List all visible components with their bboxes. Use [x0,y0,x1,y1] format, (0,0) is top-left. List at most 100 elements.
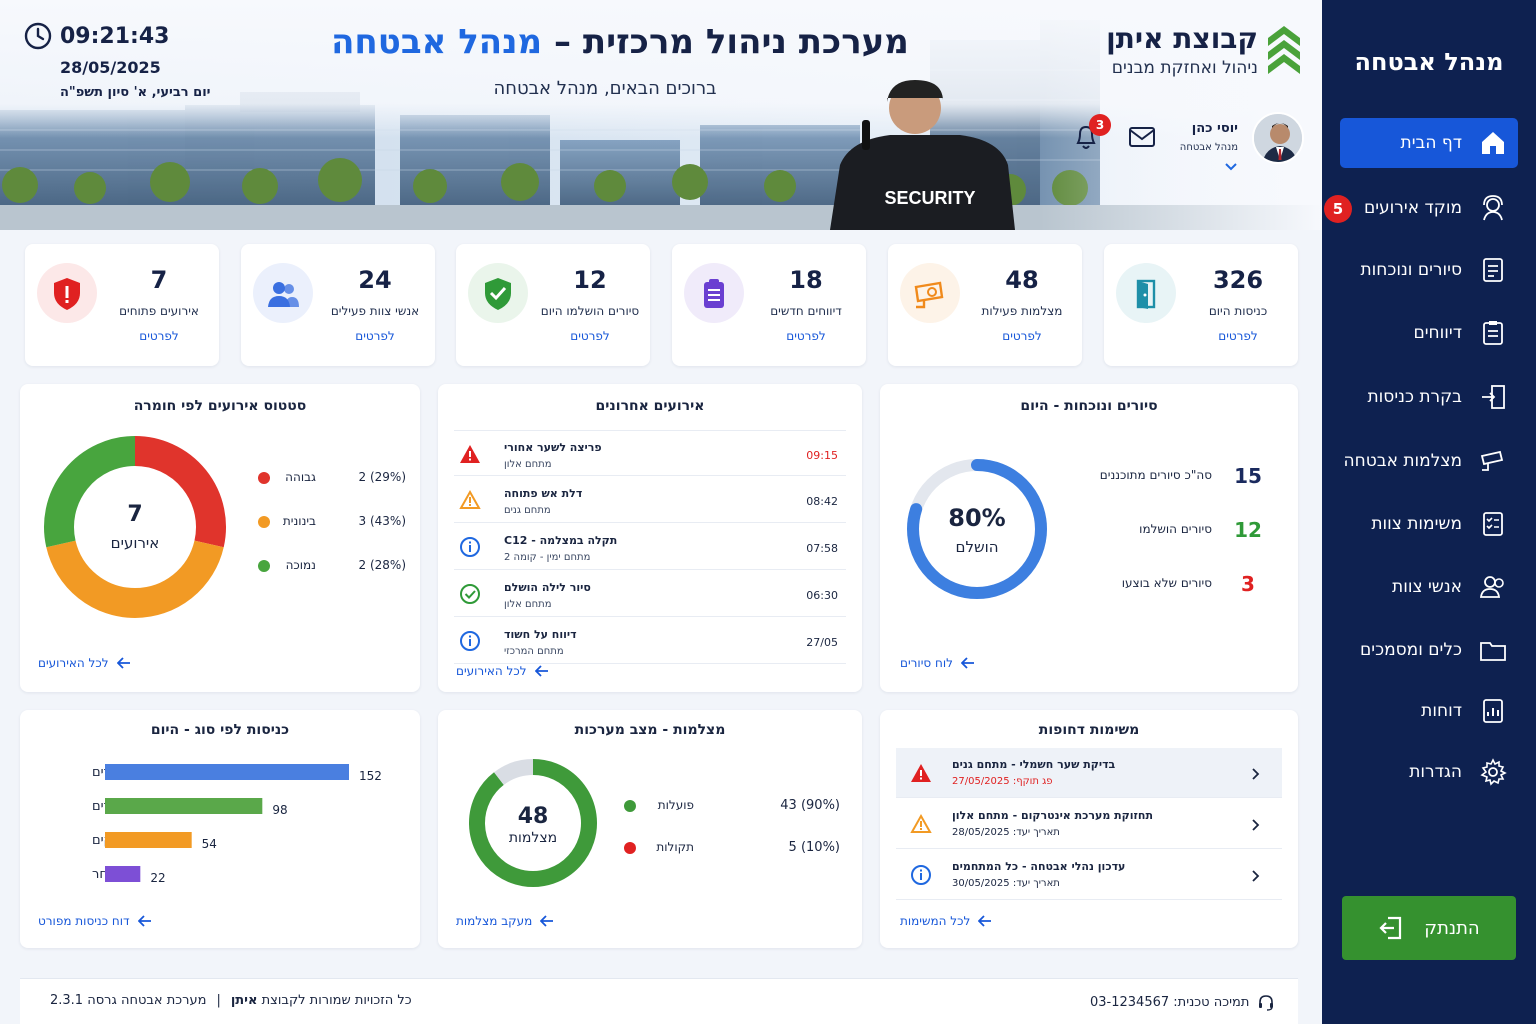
avatar[interactable] [1252,112,1304,164]
sidebar-item-0[interactable]: דף הבית [1340,118,1518,168]
task-row[interactable]: תחזוקת מערכת אינטרקום - מתחם אלון תאריך י… [896,799,1282,849]
all-events-link[interactable]: לכל האירועים [456,664,549,678]
stat-value: 12 [573,266,607,294]
warning-triangle-icon [910,813,932,839]
sidebar-item-8[interactable]: כלים ומסמכים [1340,625,1518,675]
stat-card-0[interactable]: 326 כניסות היום לפרטים [1104,244,1298,366]
event-row[interactable]: דלת אש פתוחה מתחם גנים 08:42 [454,477,846,523]
bar-value-label: 22 [150,871,165,885]
stat-value: 48 [1005,266,1039,294]
sidebar-badge: 5 [1324,195,1352,223]
stat-details-link[interactable]: לפרטים [1188,329,1288,343]
chevron-down-icon[interactable] [1224,162,1238,172]
alert-triangle-icon [459,443,481,469]
sidebar-item-label: דיווחים [1413,323,1462,343]
event-title: סיור לילה הושלם [504,581,591,594]
user-name[interactable]: יוסי כהן [1150,121,1238,136]
patrols-panel: סיורים ונוכחות - היום 80% הושלם סה"כ סיו… [880,384,1298,692]
stat-details-link[interactable]: לפרטים [540,329,640,343]
logout-button[interactable]: התנתק [1342,896,1516,960]
event-time: 27/05 [806,636,838,649]
clock-icon [24,22,52,50]
task-subtitle: תאריך יעד: 30/05/2025 [952,878,1060,889]
footer-copyright: כל הזכויות שמורות לקבוצת איתן [231,993,412,1008]
chevron-right-icon [1251,817,1261,836]
event-row[interactable]: פריצה לשער אחורי מתחם אלון 09:15 [454,430,846,476]
arrow-left-icon [960,657,974,669]
stat-label: אירועים פתוחים [119,304,199,318]
security-vest-text: SECURITY [884,188,975,208]
stat-details-link[interactable]: לפרטים [325,329,425,343]
stat-label: כניסות היום [1208,304,1268,318]
sidebar-item-label: משימות צוות [1371,514,1462,534]
sidebar-item-2[interactable]: סיורים ונוכחות [1340,245,1518,295]
sidebar-item-label: כלים ומסמכים [1360,640,1462,660]
stat-card-1[interactable]: 48 מצלמות פעילות לפרטים [888,244,1082,366]
user-role: מנהל אבטחה [1179,142,1238,153]
legend-dot [624,800,636,812]
all-tasks-link[interactable]: לכל המשימות [900,914,992,928]
sidebar-item-1[interactable]: מוקד אירועים 5 [1324,183,1518,233]
event-location: מתחם המרכזי [504,646,564,657]
stat-card-4[interactable]: 24 אנשי צוות פעילים לפרטים [241,244,435,366]
event-title: דלת אש פתוחה [504,487,583,500]
sidebar-item-label: אנשי צוות [1392,577,1462,597]
stat-details-link[interactable]: לפרטים [972,329,1072,343]
event-row[interactable]: דיווח על חשוד מתחם המרכזי 27/05 [454,618,846,664]
sidebar-item-6[interactable]: משימות צוות [1340,499,1518,549]
stat-details-link[interactable]: לפרטים [109,329,209,343]
urgent-tasks-title: משימות דחופות [1038,722,1140,738]
entries-bar-chart: עובדים152מבקרים98ספקים54אחר22 [92,764,382,885]
legend-dot [624,842,636,854]
clipboard-icon [684,263,744,323]
event-location: מתחם גנים [504,505,551,516]
sidebar-item-4[interactable]: בקרת כניסות [1340,372,1518,422]
entries-report-link[interactable]: דוח כניסות מפורט [38,914,152,928]
task-title: תחזוקת מערכת אינטרקום - מתחם אלון [952,809,1153,822]
sidebar-item-3[interactable]: דיווחים [1340,308,1518,358]
patrol-percent-caption: הושלם [955,538,999,556]
donut-slice-0 [134,436,226,548]
task-row[interactable]: בדיקת שער חשמלי - מתחם גנים פג תוקף: 27/0… [896,748,1282,798]
arrow-left-icon [978,915,992,927]
sidebar: מנהל אבטחה דף הבית מוקד אירועים 5 סיורים ונ… [1322,0,1536,1024]
event-row[interactable]: סיור לילה הושלם מתחם אלון 06:30 [454,571,846,617]
entries-title: כניסות לפי סוג - היום [150,722,290,738]
checklist-icon [1478,255,1508,285]
chevron-right-icon [1251,868,1261,887]
sidebar-item-9[interactable]: דוחות [1340,686,1518,736]
sidebar-item-5[interactable]: מצלמות אבטחה [1340,436,1518,486]
patrol-stat-value: 3 [1241,572,1255,596]
bar-value-label: 152 [359,769,382,783]
patrol-stat-value: 12 [1234,518,1262,542]
page-title: מערכת ניהול מרכזית – מנהל אבטחה [300,22,940,62]
legend-label: נמוכה [285,558,316,572]
footer-copyright-brand: איתן [230,993,258,1008]
incident-status-panel: סטטוס אירועים לפי חומרה 7 אירועים גבוהה 2… [20,384,420,692]
alert-triangle-icon [910,762,932,788]
clipboard-icon [1478,318,1508,348]
stat-card-3[interactable]: 12 סיורים הושלמו היום לפרטים [456,244,650,366]
mail-icon[interactable] [1128,126,1156,148]
title-accent: מנהל אבטחה [331,22,543,62]
event-location: מתחם אלון [504,599,552,610]
brand-tagline: ניהול ואחזקת מבנים [1111,58,1258,78]
sidebar-item-7[interactable]: אנשי צוות [1340,562,1518,612]
stat-card-5[interactable]: 7 אירועים פתוחים לפרטים [25,244,219,366]
event-time: 06:30 [806,589,838,602]
camera-monitor-link[interactable]: מעקב מצלמות [456,914,554,928]
task-row[interactable]: עדכון נהלי אבטחה - כל המתחמים תאריך יעד: … [896,850,1282,900]
all-tasks-link-label: לכל המשימות [900,914,971,928]
logout-icon [1379,916,1402,940]
sidebar-item-10[interactable]: הגדרות [1340,747,1518,797]
event-row[interactable]: תקלה במצלמה - C12 מתחם ימין - קומה 2 07:58 [454,524,846,570]
patrol-board-link[interactable]: לוח סיורים [900,656,975,670]
footer-left: כל הזכויות שמורות לקבוצת איתן | מערכת אב… [50,993,412,1008]
check-circle-icon [459,583,481,609]
notification-badge: 3 [1089,114,1111,136]
event-title: פריצה לשער אחורי [504,441,602,454]
stat-card-2[interactable]: 18 דיווחים חדשים לפרטים [672,244,866,366]
all-incidents-link[interactable]: לכל האירועים [38,656,131,670]
stat-details-link[interactable]: לפרטים [756,329,856,343]
footer-support: תמיכה טכנית: 03-1234567 [1090,993,1275,1011]
